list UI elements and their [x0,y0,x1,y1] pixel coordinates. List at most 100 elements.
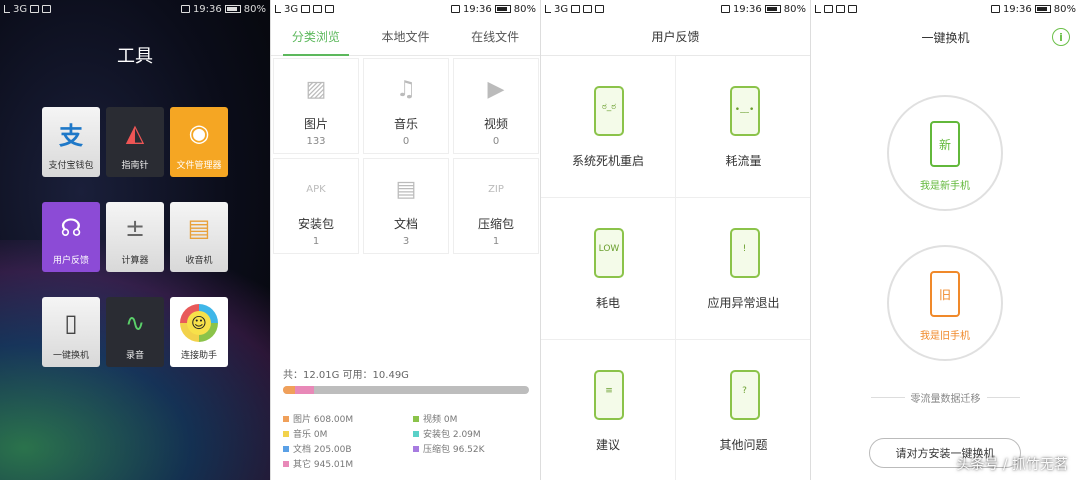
image-icon [583,5,593,13]
image-icon [836,5,845,13]
watermark: 头条号 / 抓竹无茗 [956,457,1068,473]
old-phone-button[interactable]: 旧 我是旧手机 [887,245,1003,361]
wifi-icon [30,5,40,13]
category-documents[interactable]: ▤ 文档 3 [363,158,449,254]
clock: 19:36 [1002,3,1032,15]
tile-calculator[interactable]: ± 计算器 [106,202,164,272]
tab-local-files[interactable]: 本地文件 [361,18,451,55]
wifi-icon [571,5,581,13]
tab-online-files[interactable]: 在线文件 [450,18,540,55]
file-manager-screen: 3G 19:36 80% 分类浏览 本地文件 在线文件 ▨ 图片 133 ♫ 音乐… [270,0,540,480]
tile-feedback[interactable]: ☊ 用户反馈 [42,202,100,272]
zip-icon: ZIP [488,183,504,195]
legend-swatch [413,430,419,437]
tile-recorder[interactable]: ∿ 录音 [106,297,164,367]
tile-file-manager[interactable]: ◉ 文件管理器 [170,107,228,177]
feedback-label: 系统死机重启 [571,154,644,168]
legend-item: 视频 0M [413,412,533,425]
feedback-screen: 3G 19:36 80% 用户反馈 ಠ_ಠ 系统死机重启 •﹏• 耗流量 LOW … [540,0,810,480]
tile-alipay[interactable]: 支 支付宝钱包 [42,107,100,177]
status-bar: 19:36 80% [811,0,1080,18]
info-icon[interactable]: i [1052,28,1070,46]
feedback-item-data-usage[interactable]: •﹏• 耗流量 [676,56,810,198]
old-phone-icon: 旧 [930,271,960,317]
wifi-icon [301,5,311,13]
status-bar: 3G 19:36 80% [271,0,540,18]
feedback-item-other[interactable]: ? 其他问题 [676,340,810,480]
image-icon [313,5,323,13]
battery-icon [1034,5,1051,13]
video-icon: ▶ [487,76,505,102]
alert-phone-icon: ! [716,224,772,286]
question-phone-icon: ? [716,366,772,428]
category-music[interactable]: ♫ 音乐 0 [363,58,449,154]
category-images[interactable]: ▨ 图片 133 [273,58,359,154]
new-phone-button[interactable]: 新 我是新手机 [887,95,1003,211]
category-apk[interactable]: APK 安装包 1 [273,158,359,254]
new-phone-label: 我是新手机 [920,181,970,192]
battery-icon [764,5,781,13]
tile-phone-switch[interactable]: ▯ 一键换机 [42,297,100,367]
clock: 19:36 [192,3,222,15]
file-manager-icon: ◉ [188,119,210,147]
legend-swatch [283,445,289,452]
frozen-phone-icon: ಠ_ಠ [580,82,636,144]
home-icon [325,5,335,13]
legend-item: 其它 945.01M [283,457,413,470]
feedback-item-crash-reboot[interactable]: ಠ_ಠ 系统死机重启 [541,56,676,198]
category-video[interactable]: ▶ 视频 0 [453,58,539,154]
document-icon: ▤ [395,176,417,202]
category-archives[interactable]: ZIP 压缩包 1 [453,158,539,254]
feedback-item-app-crash[interactable]: ! 应用异常退出 [676,198,810,340]
legend-swatch [283,430,289,437]
legend-item: 压缩包 96.52K [413,442,533,455]
category-count: 0 [492,136,500,147]
low-battery-phone-icon: LOW [580,224,636,286]
tile-label: 收音机 [185,256,213,266]
storage-segment-images [283,386,296,394]
page-title: 工具 [117,46,153,67]
alipay-icon: 支 [59,121,83,150]
category-name: 文档 [393,217,418,231]
feedback-item-suggestion[interactable]: ≡ 建议 [541,340,676,480]
signal-icon [275,5,281,13]
page-title: 用户反馈 [541,18,810,56]
signal-icon [545,5,551,13]
battery-level: 80% [1053,3,1076,15]
feedback-grid: ಠ_ಠ 系统死机重启 •﹏• 耗流量 LOW 耗电 ! 应用异常退出 ≡ 建议 … [541,56,810,480]
recorder-icon: ∿ [124,309,146,337]
compass-icon: ◭ [125,119,145,147]
storage-summary: 共：12.01G 可用：10.49G [283,370,409,381]
tile-label: 一键换机 [52,351,89,361]
tile-compass[interactable]: ◭ 指南针 [106,107,164,177]
battery-icon [224,5,241,13]
vibrate-icon [180,5,190,13]
category-name: 视频 [483,117,508,131]
category-count: 1 [492,236,500,247]
feedback-label: 耗流量 [725,154,762,168]
network-type: 3G [13,3,28,15]
legend-swatch [413,445,419,452]
legend-swatch [283,415,289,422]
tile-label: 录音 [125,351,144,361]
radio-icon: ▤ [187,214,211,242]
signal-icon [4,5,10,13]
tile-radio[interactable]: ▤ 收音机 [170,202,228,272]
home-icon [848,5,857,13]
migration-caption: 零流量数据迁移 [871,390,1020,405]
category-name: 音乐 [393,117,418,131]
tab-category-browse[interactable]: 分类浏览 [271,18,361,56]
category-count: 3 [402,236,410,247]
home-icon [42,5,52,13]
battery-icon [494,5,511,13]
legend-swatch [283,460,289,467]
wifi-icon [824,5,833,13]
category-grid: ▨ 图片 133 ♫ 音乐 0 ▶ 视频 0 APK 安装包 1 ▤ 文档 3 … [273,58,539,254]
home-icon [595,5,605,13]
tile-connect-assistant[interactable]: ☺ 连接助手 [170,297,228,367]
status-bar: 3G 19:36 80% [0,0,270,18]
feedback-item-battery[interactable]: LOW 耗电 [541,198,676,340]
category-name: 安装包 [297,217,334,231]
battery-level: 80% [513,3,536,15]
legend-swatch [413,415,419,422]
